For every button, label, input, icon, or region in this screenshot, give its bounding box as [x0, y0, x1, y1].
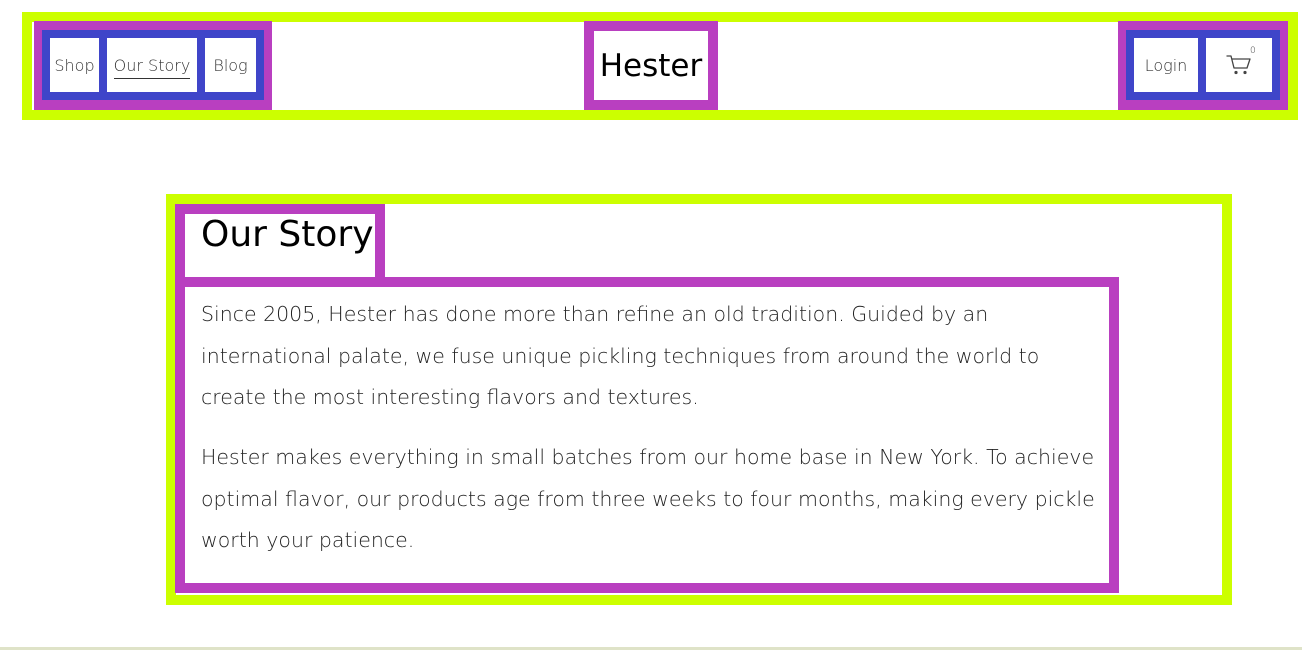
cart-button[interactable]: 0	[1198, 30, 1280, 100]
login-label: Login	[1144, 55, 1188, 75]
site-title: Hester	[599, 47, 703, 84]
nav-link-blog[interactable]: Blog	[197, 30, 264, 100]
cart-count-badge: 0	[1250, 46, 1256, 56]
nav-link-our-story[interactable]: Our Story	[99, 30, 205, 100]
story-paragraph: Hester makes everything in small batches…	[201, 445, 1095, 552]
site-logo[interactable]: Hester	[584, 21, 718, 110]
nav-link-shop[interactable]: Shop	[42, 30, 107, 100]
story-paragraph: Since 2005, Hester has done more than re…	[201, 302, 1040, 409]
login-button[interactable]: Login	[1126, 30, 1206, 100]
nav-link-shop-label: Shop	[54, 55, 95, 75]
nav-link-our-story-label: Our Story	[113, 56, 191, 79]
page-title: Our Story	[201, 214, 374, 255]
nav-link-blog-label: Blog	[213, 55, 248, 75]
cart-icon: 0	[1226, 46, 1256, 76]
